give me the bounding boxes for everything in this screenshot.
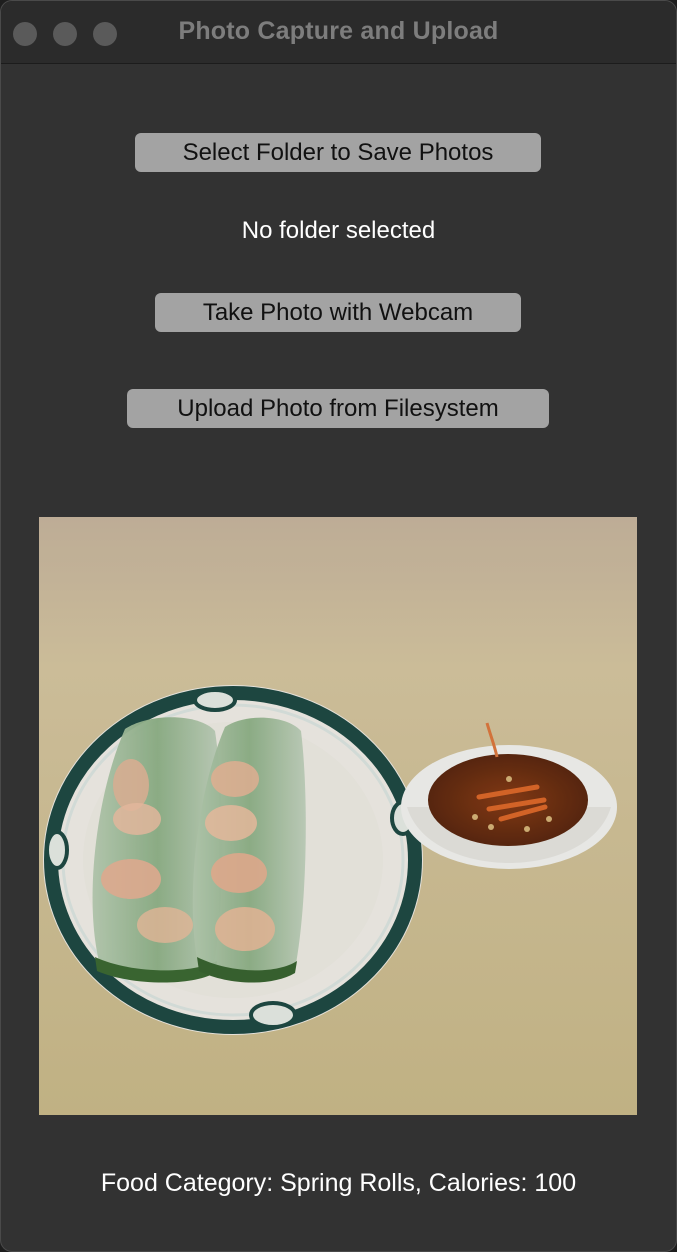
title-bar: Photo Capture and Upload	[1, 1, 676, 64]
food-result-label: Food Category: Spring Rolls, Calories: 1…	[100, 1169, 577, 1197]
app-window: Photo Capture and Upload Select Folder t…	[0, 0, 677, 1252]
select-folder-button[interactable]: Select Folder to Save Photos	[135, 133, 541, 172]
upload-photo-button[interactable]: Upload Photo from Filesystem	[127, 389, 549, 428]
take-photo-button[interactable]: Take Photo with Webcam	[155, 293, 521, 332]
folder-status-label: No folder selected	[241, 217, 436, 244]
window-title: Photo Capture and Upload	[178, 17, 499, 45]
photo-preview	[39, 517, 637, 1115]
